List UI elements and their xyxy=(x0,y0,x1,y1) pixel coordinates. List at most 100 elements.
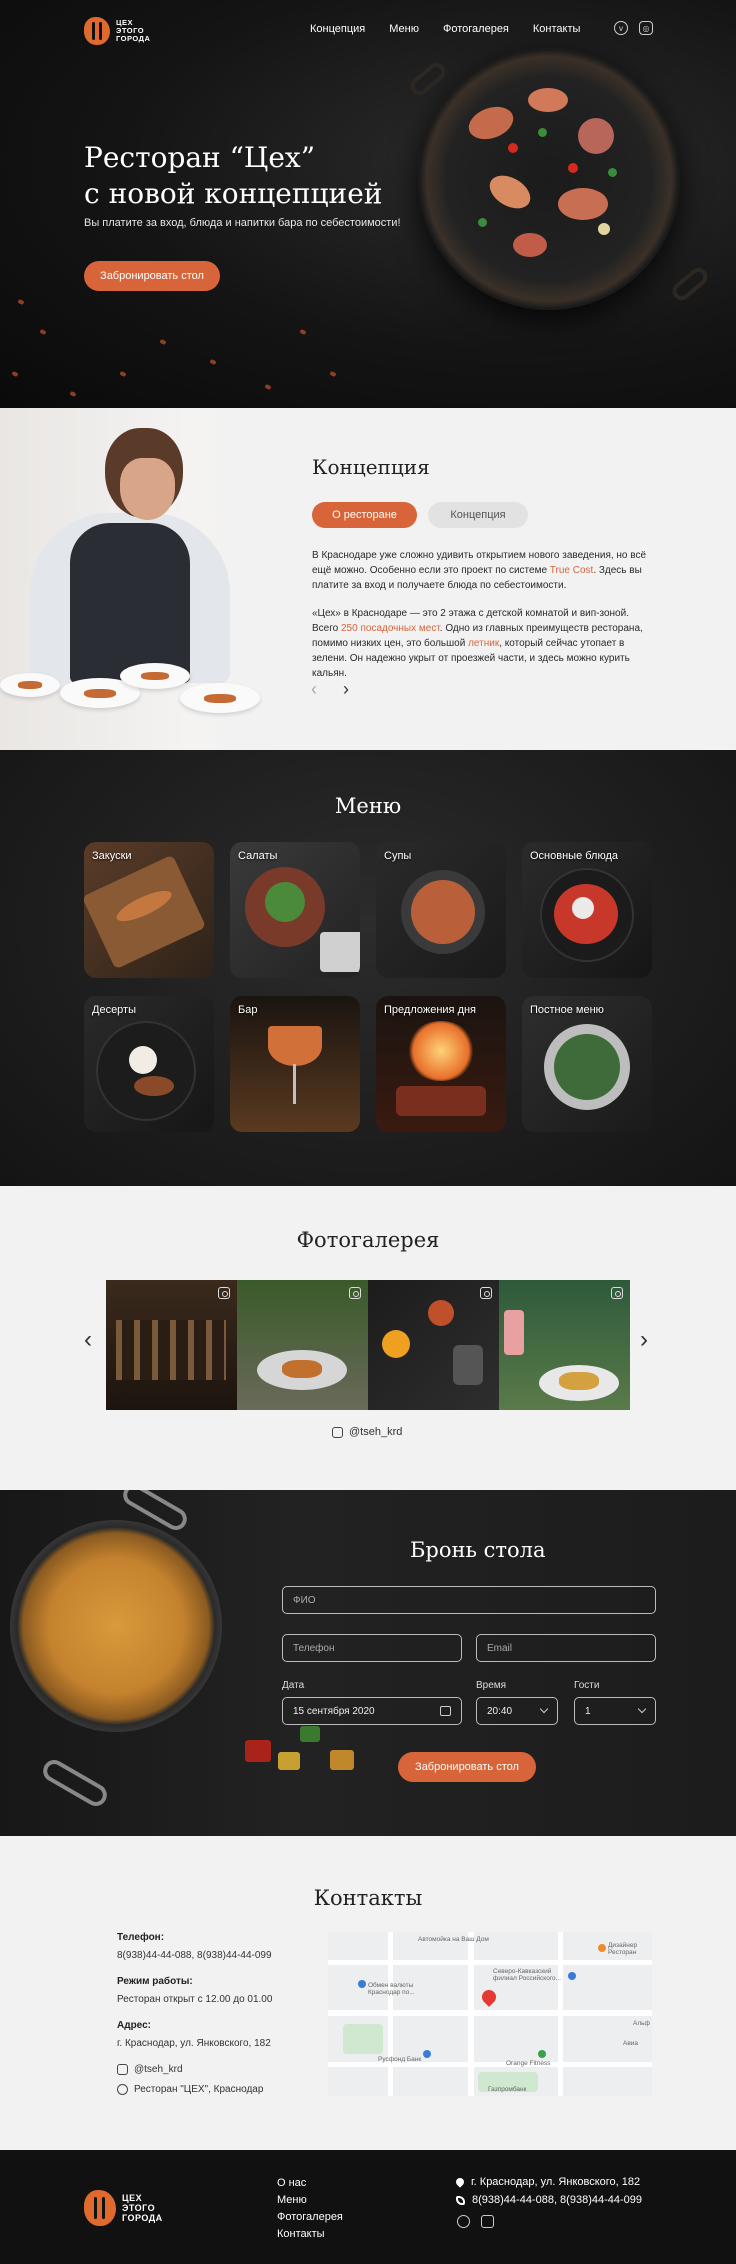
concept-next-arrow[interactable]: › xyxy=(343,679,349,700)
decor-speck xyxy=(159,338,167,346)
instagram-icon xyxy=(218,1287,230,1299)
map-label: Обмен валюты Краснодар по... xyxy=(368,1982,415,1996)
guests-select[interactable]: 1 xyxy=(574,1697,656,1725)
nav-contacts[interactable]: Контакты xyxy=(533,23,581,35)
footer-link-menu[interactable]: Меню xyxy=(277,2194,307,2206)
contacts-vk-text: Ресторан "ЦЕХ", Краснодар xyxy=(134,2084,264,2095)
time-select[interactable]: 20:40 xyxy=(476,1697,558,1725)
gallery-photo[interactable] xyxy=(106,1280,237,1410)
menu-section: Меню Закуски Салаты Супы Основные блюда … xyxy=(0,750,736,1186)
nav-gallery[interactable]: Фотогалерея xyxy=(443,23,509,35)
phone-value[interactable]: 8(938)44-44-088, 8(938)44-44-099 xyxy=(117,1950,272,1961)
chevron-down-icon xyxy=(539,1704,549,1714)
footer-link-contacts[interactable]: Контакты xyxy=(277,2228,325,2240)
menu-card-appetizers[interactable]: Закуски xyxy=(84,842,214,978)
menu-card-daily-offers[interactable]: Предложения дня xyxy=(376,996,506,1132)
instagram-icon xyxy=(349,1287,361,1299)
gallery-prev-arrow[interactable]: ‹ xyxy=(84,1326,92,1354)
email-field[interactable]: Email xyxy=(476,1634,656,1662)
instagram-handle: @tseh_krd xyxy=(349,1426,403,1438)
chevron-down-icon xyxy=(637,1704,647,1714)
hours-value: Ресторан открыт с 12.00 до 01.00 xyxy=(117,1994,273,2005)
pasta-pan-image xyxy=(10,1520,222,1732)
instagram-icon xyxy=(332,1426,343,1438)
menu-card-label: Постное меню xyxy=(530,1004,604,1016)
map-label: Авиа xyxy=(623,2040,639,2047)
decor-speck xyxy=(209,358,217,366)
footer-address: г. Краснодар, ул. Янковского, 182 xyxy=(454,2176,640,2188)
location-map[interactable]: Автомойка на Ваш Дом Дизайнер Ресторан С… xyxy=(328,1932,652,2096)
time-label: Время xyxy=(476,1680,507,1691)
instagram-icon[interactable]: ◎ xyxy=(639,21,653,35)
menu-card-salads[interactable]: Салаты xyxy=(230,842,360,978)
logo-mark-icon xyxy=(84,17,110,45)
decor-speck xyxy=(299,328,307,336)
logo[interactable]: ЦЕХ ЭТОГО ГОРОДА xyxy=(84,17,150,45)
logo-mark-icon xyxy=(84,2190,116,2226)
hero-book-button[interactable]: Забронировать стол xyxy=(84,261,220,291)
gallery-photo[interactable] xyxy=(237,1280,368,1410)
name-field[interactable]: ФИО xyxy=(282,1586,656,1614)
footer-link-gallery[interactable]: Фотогалерея xyxy=(277,2211,343,2223)
phone-icon xyxy=(456,2195,465,2205)
concept-paragraph-2: «Цех» в Краснодаре — это 2 этажа с детск… xyxy=(312,608,643,679)
address-label: Адрес: xyxy=(117,2020,151,2031)
footer-link-about[interactable]: О нас xyxy=(277,2177,306,2189)
concept-prev-arrow[interactable]: ‹ xyxy=(311,679,317,700)
location-pin-icon xyxy=(454,2176,466,2188)
vk-icon[interactable] xyxy=(457,2215,470,2228)
instagram-icon[interactable] xyxy=(481,2215,494,2228)
terrace-highlight: летник xyxy=(468,638,500,649)
hero-section: ЦЕХ ЭТОГО ГОРОДА Концепция Меню Фотогале… xyxy=(0,0,736,408)
hero-subtitle: Вы платите за вход, блюда и напитки бара… xyxy=(84,217,401,229)
tab-about-restaurant[interactable]: О ресторане xyxy=(312,502,417,528)
date-value: 15 сентября 2020 xyxy=(293,1705,375,1717)
guests-label: Гости xyxy=(574,1680,600,1691)
menu-card-bar[interactable]: Бар xyxy=(230,996,360,1132)
gallery-section: Фотогалерея ‹ › @tseh_krd xyxy=(0,1186,736,1490)
date-picker[interactable]: 15 сентября 2020 xyxy=(282,1697,462,1725)
footer-phones[interactable]: 8(938)44-44-088, 8(938)44-44-099 xyxy=(456,2194,642,2206)
menu-card-label: Предложения дня xyxy=(384,1004,477,1016)
vk-icon[interactable]: ᴠ xyxy=(614,21,628,35)
decor-speck xyxy=(119,370,127,378)
decor-speck xyxy=(11,370,19,378)
contacts-vk-link[interactable]: Ресторан "ЦЕХ", Краснодар xyxy=(117,2084,263,2095)
decor-vegetable xyxy=(278,1752,300,1770)
main-nav: Концепция Меню Фотогалерея Контакты xyxy=(310,23,580,35)
menu-card-soups[interactable]: Супы xyxy=(376,842,506,978)
time-value: 20:40 xyxy=(487,1705,513,1717)
contacts-instagram-text: @tseh_krd xyxy=(134,2064,183,2075)
gallery-photo[interactable] xyxy=(368,1280,499,1410)
true-cost-highlight: True Cost xyxy=(549,565,594,576)
footer-logo[interactable]: ЦЕХ ЭТОГО ГОРОДА xyxy=(84,2190,163,2226)
map-pin-icon[interactable] xyxy=(479,1987,499,2007)
menu-card-desserts[interactable]: Десерты xyxy=(84,996,214,1132)
menu-card-label: Десерты xyxy=(92,1004,137,1016)
tab-concept[interactable]: Концепция xyxy=(428,502,528,528)
map-label: Альф xyxy=(633,2020,650,2027)
map-label: Orange Fitness xyxy=(506,2060,551,2067)
contacts-instagram-link[interactable]: @tseh_krd xyxy=(117,2064,183,2075)
gallery-instagram-link[interactable]: @tseh_krd xyxy=(332,1426,402,1438)
menu-card-label: Закуски xyxy=(92,850,132,862)
concept-paragraph-1: В Краснодаре уже сложно удивить открытие… xyxy=(312,550,647,591)
phone-label: Телефон: xyxy=(117,1932,165,1943)
booking-submit-button[interactable]: Забронировать стол xyxy=(398,1752,536,1782)
menu-card-label: Супы xyxy=(384,850,412,862)
phone-field[interactable]: Телефон xyxy=(282,1634,462,1662)
menu-card-lenten[interactable]: Постное меню xyxy=(522,996,652,1132)
menu-card-label: Основные блюда xyxy=(530,850,619,862)
concept-title: Концепция xyxy=(312,455,430,479)
nav-concept[interactable]: Концепция xyxy=(310,23,365,35)
logo-text: ЦЕХ ЭТОГО ГОРОДА xyxy=(116,18,151,43)
gallery-photo[interactable] xyxy=(499,1280,630,1410)
seafood-pan-image xyxy=(418,48,680,310)
concept-section: Концепция О ресторане Концепция В Красно… xyxy=(0,408,736,750)
gallery-next-arrow[interactable]: › xyxy=(640,1326,648,1354)
nav-menu[interactable]: Меню xyxy=(389,23,419,35)
decor-vegetable xyxy=(330,1750,354,1770)
chef-photo xyxy=(0,408,270,750)
menu-title: Меню xyxy=(334,794,402,818)
menu-card-main-dishes[interactable]: Основные блюда xyxy=(522,842,652,978)
